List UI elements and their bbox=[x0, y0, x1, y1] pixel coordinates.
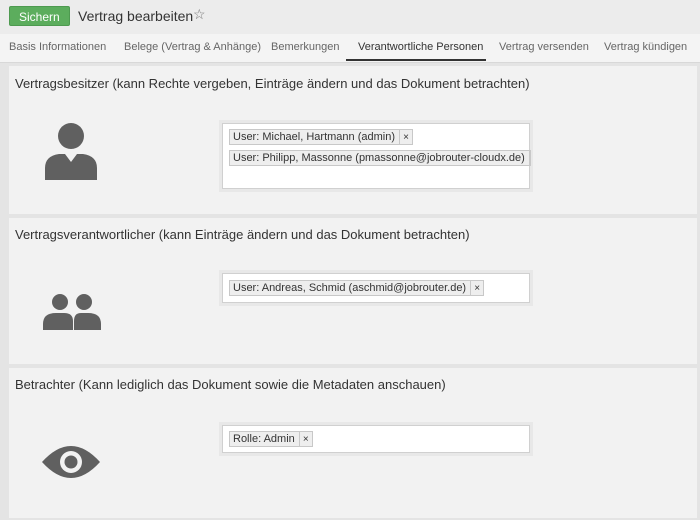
viewer-tag-input[interactable]: Rolle: Admin × bbox=[222, 425, 530, 453]
section-title: Vertragsverantwortlicher (kann Einträge … bbox=[15, 227, 470, 242]
tab-verantwortliche-personen[interactable]: Verantwortliche Personen bbox=[358, 41, 483, 53]
section-title: Vertragsbesitzer (kann Rechte vergeben, … bbox=[15, 76, 530, 91]
responsible-tag-input[interactable]: User: Andreas, Schmid (aschmid@jobrouter… bbox=[222, 273, 530, 303]
tag-remove-icon[interactable]: × bbox=[470, 281, 483, 295]
tag-label: User: Philipp, Massonne (pmassonne@jobro… bbox=[233, 152, 525, 164]
tab-belege[interactable]: Belege (Vertrag & Anhänge) bbox=[124, 41, 261, 53]
section-vertragsverantwortlicher: Vertragsverantwortlicher (kann Einträge … bbox=[9, 218, 697, 364]
tag-label: User: Michael, Hartmann (admin) bbox=[233, 131, 395, 143]
active-tab-indicator bbox=[346, 59, 486, 61]
person-icon bbox=[45, 123, 97, 180]
tab-bemerkungen[interactable]: Bemerkungen bbox=[271, 41, 340, 53]
eye-icon bbox=[42, 446, 100, 478]
tab-basis-informationen[interactable]: Basis Informationen bbox=[9, 41, 106, 53]
tab-vertrag-kuendigen[interactable]: Vertrag kündigen bbox=[604, 41, 687, 53]
tag-user: User: Andreas, Schmid (aschmid@jobrouter… bbox=[229, 280, 485, 296]
save-button[interactable]: Sichern bbox=[9, 6, 70, 26]
tab-vertrag-versenden[interactable]: Vertrag versenden bbox=[499, 41, 589, 53]
favorite-star-icon[interactable]: ☆ bbox=[193, 6, 206, 23]
tag-label: User: Andreas, Schmid (aschmid@jobrouter… bbox=[233, 282, 467, 294]
tag-remove-icon[interactable]: × bbox=[298, 432, 312, 446]
tag-user: User: Michael, Hartmann (admin) × bbox=[229, 129, 413, 145]
owner-tag-input[interactable]: User: Michael, Hartmann (admin) × User: P… bbox=[222, 123, 531, 189]
section-vertragsbesitzer: Vertragsbesitzer (kann Rechte vergeben, … bbox=[9, 66, 697, 214]
group-icon bbox=[43, 294, 101, 330]
tag-remove-icon[interactable]: × bbox=[399, 130, 412, 144]
page-title: Vertrag bearbeiten bbox=[78, 8, 194, 24]
section-betrachter: Betrachter (Kann lediglich das Dokument … bbox=[9, 368, 697, 518]
tag-user: User: Philipp, Massonne (pmassonne@jobro… bbox=[229, 150, 531, 166]
section-title: Betrachter (Kann lediglich das Dokument … bbox=[15, 377, 446, 392]
tag-remove-icon[interactable]: × bbox=[528, 151, 530, 165]
tag-role: Rolle: Admin × bbox=[229, 431, 313, 447]
top-bar: Sichern Vertrag bearbeiten ☆ bbox=[0, 0, 700, 34]
tag-label: Rolle: Admin bbox=[233, 433, 295, 445]
